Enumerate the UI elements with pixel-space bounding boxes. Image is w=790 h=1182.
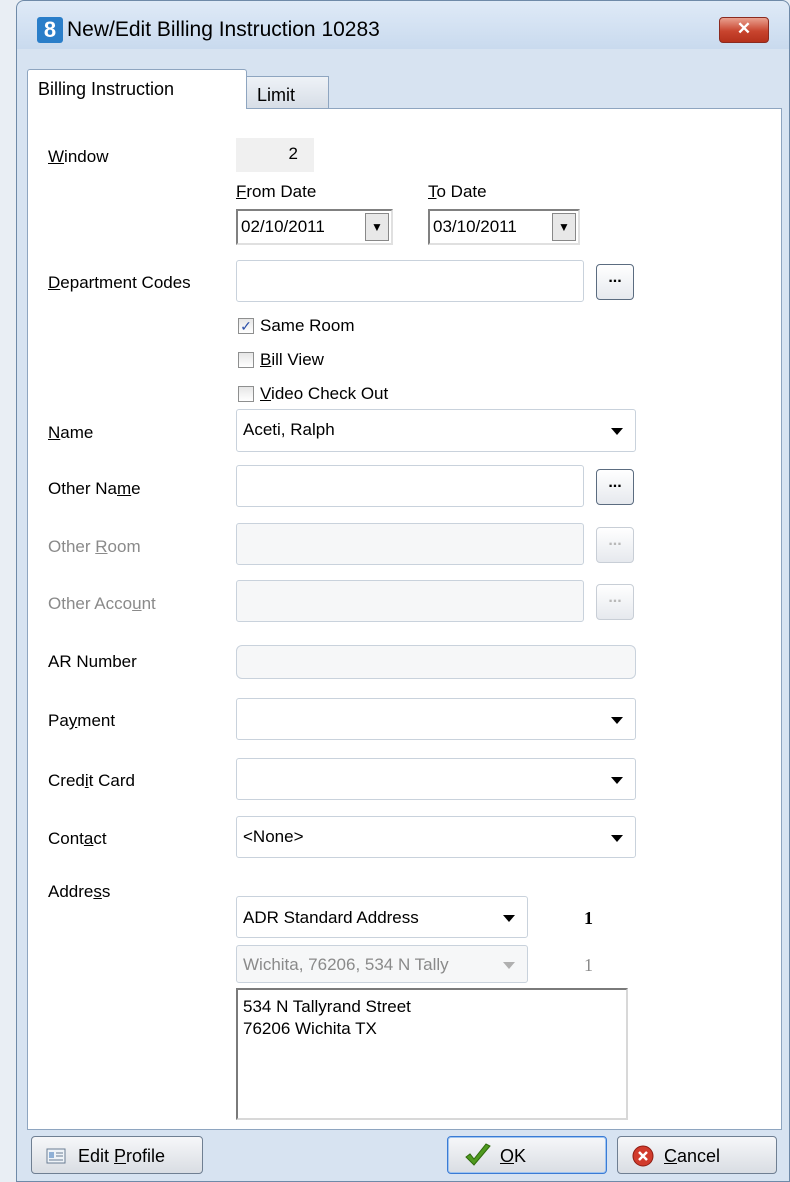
address-line-1: 534 N Tallyrand Street — [243, 997, 411, 1016]
from-date-value: 02/10/2011 — [241, 217, 325, 236]
to-date-dropdown-icon[interactable]: ▼ — [552, 213, 576, 241]
billing-instruction-panel: Window 2 From Date To Date 02/10/2011 ▼ … — [27, 108, 782, 1130]
ar-number-field — [236, 645, 636, 679]
other-name-label: Other Name — [48, 479, 141, 498]
other-name-lookup-button[interactable]: ... — [596, 469, 634, 505]
other-room-lookup-button: ... — [596, 527, 634, 563]
department-codes-label: Department Codes — [48, 273, 191, 292]
address-type-dropdown[interactable]: ADR Standard Address — [236, 896, 528, 938]
name-label: Name — [48, 423, 94, 442]
address-line-2: 76206 Wichita TX — [243, 1019, 377, 1038]
to-date-label: To Date — [428, 182, 487, 201]
other-account-field — [236, 580, 584, 622]
bill-view-label: Bill View — [260, 350, 324, 369]
payment-dropdown[interactable] — [236, 698, 636, 740]
contact-label: Contact — [48, 829, 107, 848]
ok-button[interactable]: OK — [447, 1136, 607, 1174]
cancel-icon — [632, 1145, 654, 1167]
other-room-label: Other Room — [48, 537, 141, 556]
window-number-field[interactable]: 2 — [236, 138, 314, 172]
from-date-dropdown-icon[interactable]: ▼ — [365, 213, 389, 241]
chevron-down-icon — [503, 915, 515, 922]
department-codes-lookup-button[interactable]: ... — [596, 264, 634, 300]
cancel-label: Cancel — [664, 1146, 721, 1166]
address-textarea[interactable]: 534 N Tallyrand Street 76206 Wichita TX — [236, 988, 628, 1120]
ar-number-label: AR Number — [48, 652, 137, 671]
profile-card-icon — [46, 1148, 66, 1164]
cancel-button[interactable]: Cancel — [617, 1136, 777, 1174]
video-check-out-label: Video Check Out — [260, 384, 389, 403]
window-title: New/Edit Billing Instruction 10283 — [67, 18, 380, 41]
address-line-dropdown: Wichita, 76206, 534 N Tally — [236, 945, 528, 983]
chevron-down-icon — [611, 777, 623, 784]
contact-value: <None> — [243, 827, 304, 846]
department-codes-field[interactable] — [236, 260, 584, 302]
app-icon: 8 — [37, 17, 63, 43]
contact-dropdown[interactable]: <None> — [236, 816, 636, 858]
same-room-checkbox[interactable]: ✓ — [238, 318, 254, 334]
address-line-count: 1 — [584, 955, 593, 975]
from-date-label: From Date — [236, 182, 317, 201]
close-icon: ✕ — [736, 19, 752, 38]
address-type-value: ADR Standard Address — [243, 908, 419, 927]
address-type-count: 1 — [584, 908, 593, 928]
chevron-down-icon — [503, 962, 515, 969]
video-check-out-checkbox[interactable] — [238, 386, 254, 402]
tab-limit[interactable]: Limit — [246, 76, 329, 109]
payment-label: Payment — [48, 711, 116, 730]
edit-profile-button[interactable]: Edit Profile — [31, 1136, 203, 1174]
edit-profile-label: Edit Profile — [78, 1146, 166, 1166]
credit-card-label: Credit Card — [48, 771, 135, 790]
credit-card-dropdown[interactable] — [236, 758, 636, 800]
to-date-picker[interactable]: 03/10/2011 ▼ — [428, 209, 580, 245]
same-room-label: Same Room — [260, 316, 355, 335]
chevron-down-icon — [611, 835, 623, 842]
checkmark-icon — [465, 1143, 491, 1166]
to-date-value: 03/10/2011 — [433, 217, 517, 236]
bill-view-checkbox[interactable] — [238, 352, 254, 368]
billing-instruction-dialog: 8 New/Edit Billing Instruction 10283 ✕ B… — [16, 0, 790, 1182]
chevron-down-icon — [611, 717, 623, 724]
other-account-lookup-button: ... — [596, 584, 634, 620]
other-account-label: Other Account — [48, 594, 156, 613]
close-button[interactable]: ✕ — [719, 17, 769, 43]
chevron-down-icon — [611, 428, 623, 435]
window-label: Window — [48, 147, 109, 166]
other-name-field[interactable] — [236, 465, 584, 507]
address-label: Address — [48, 882, 111, 901]
name-dropdown[interactable]: Aceti, Ralph — [236, 409, 636, 452]
title-bar: 8 New/Edit Billing Instruction 10283 ✕ — [17, 1, 789, 49]
tab-billing-instruction[interactable]: Billing Instruction — [27, 69, 247, 109]
ok-label: OK — [500, 1146, 527, 1166]
other-room-field — [236, 523, 584, 565]
address-line-value: Wichita, 76206, 534 N Tally — [243, 955, 449, 974]
name-value: Aceti, Ralph — [243, 420, 335, 439]
window-label-rest: indow — [64, 147, 109, 166]
from-date-picker[interactable]: 02/10/2011 ▼ — [236, 209, 393, 245]
